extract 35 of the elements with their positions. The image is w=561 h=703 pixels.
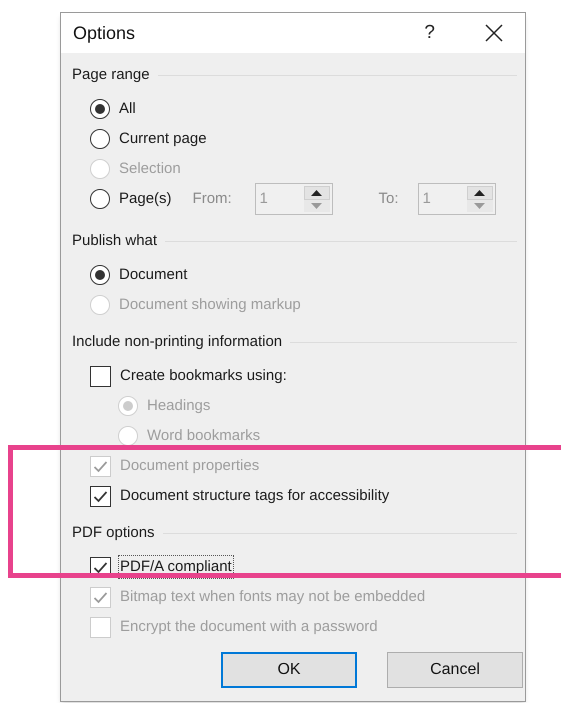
checkbox[interactable]	[90, 486, 111, 506]
option-label: Document structure tags for accessibility	[119, 486, 390, 506]
to-label: To:	[378, 188, 400, 209]
section-heading: PDF options	[72, 522, 155, 543]
radio-button[interactable]	[90, 265, 110, 285]
option-label: Headings	[146, 396, 212, 416]
radio-button[interactable]	[90, 189, 110, 209]
option-label: Bitmap text when fonts may not be embedded	[119, 586, 426, 607]
option-label: Page(s)	[118, 188, 173, 209]
checkbox[interactable]	[90, 366, 111, 386]
window-title: Options	[73, 22, 136, 45]
radio-button[interactable]	[90, 99, 110, 119]
option-label: PDF/A compliant	[119, 556, 233, 578]
section-heading: Include non-printing information	[72, 332, 282, 352]
option-label: Document properties	[119, 456, 260, 476]
check-icon	[93, 560, 108, 574]
option-label: All	[118, 98, 137, 119]
check-icon	[93, 460, 108, 472]
radio-button[interactable]	[90, 129, 110, 149]
option-label: Document showing markup	[118, 294, 302, 315]
option-label: Create bookmarks using:	[119, 366, 288, 386]
option-label: Word bookmarks	[146, 426, 262, 446]
from-label: From:	[192, 188, 233, 209]
option-label: Selection	[118, 158, 182, 179]
option-label: Document	[118, 264, 188, 285]
option-label: Current page	[118, 128, 208, 149]
check-icon	[93, 590, 108, 604]
help-button[interactable]: ?	[424, 18, 435, 48]
option-label: Encrypt the document with a password	[119, 616, 379, 637]
check-icon	[93, 490, 108, 502]
section-heading: Page range	[72, 64, 150, 85]
dialog-button[interactable]: OK	[221, 652, 357, 688]
dialog-button[interactable]: Cancel	[387, 652, 523, 688]
section-heading: Publish what	[72, 230, 158, 251]
close-icon[interactable]	[485, 24, 503, 42]
